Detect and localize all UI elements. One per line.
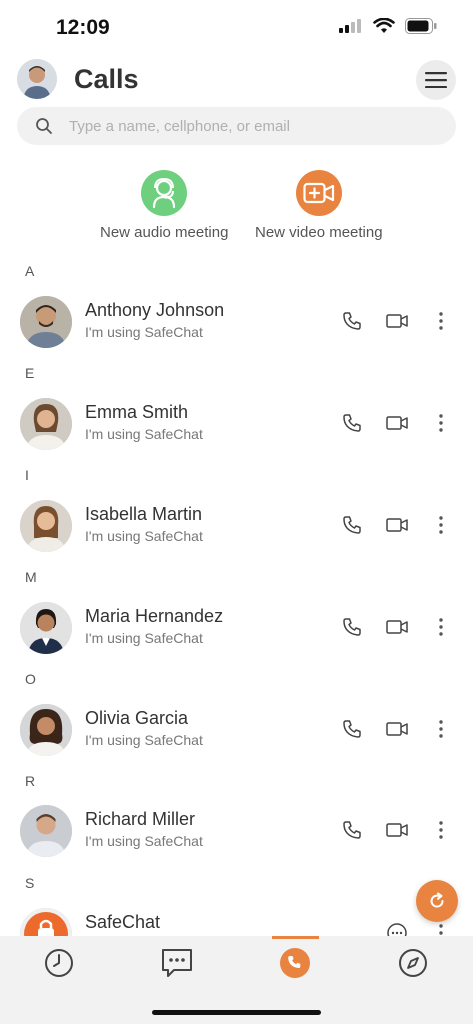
audio-meeting-label: New audio meeting: [100, 224, 229, 241]
audio-meeting-circle: [141, 170, 188, 216]
profile-avatar[interactable]: [17, 59, 57, 99]
phone-icon[interactable]: [342, 413, 362, 433]
bottom-tab-bar: [0, 936, 473, 1024]
wifi-icon: [373, 18, 395, 33]
active-tab-indicator: [272, 936, 319, 939]
video-call-icon[interactable]: [386, 722, 408, 736]
tab-chats[interactable]: [160, 946, 194, 980]
section-letter: R: [25, 773, 36, 789]
refresh-icon: [430, 892, 444, 908]
contact-status: I'm using SafeChat: [85, 833, 203, 849]
contact-status: I'm using SafeChat: [85, 324, 203, 340]
phone-icon[interactable]: [342, 820, 362, 840]
section-letter: M: [25, 569, 37, 585]
contact-status: I'm using SafeChat: [85, 426, 203, 442]
avatar: [20, 805, 72, 857]
contact-name: Emma Smith: [85, 402, 189, 422]
section-letter: A: [25, 263, 35, 279]
contact-name: Olivia Garcia: [85, 708, 189, 728]
contact-name: Richard Miller: [85, 809, 196, 829]
status-bar: 12:09: [0, 0, 473, 56]
more-options-icon[interactable]: [434, 413, 448, 433]
search-icon: [36, 118, 52, 134]
contact-name: SafeChat: [85, 912, 161, 932]
contact-name: Anthony Johnson: [85, 300, 225, 320]
section-letter: I: [25, 467, 29, 483]
status-icons: [339, 18, 437, 34]
contact-row[interactable]: Anthony Johnson I'm using SafeChat: [0, 290, 473, 354]
contact-row[interactable]: Maria Hernandez I'm using SafeChat: [0, 596, 473, 660]
history-icon: [45, 949, 73, 977]
refresh-button[interactable]: [416, 880, 458, 922]
phone-icon[interactable]: [342, 515, 362, 535]
more-options-icon[interactable]: [434, 515, 448, 535]
compass-icon: [399, 949, 427, 977]
chat-icon: [162, 949, 192, 977]
video-call-icon[interactable]: [386, 416, 408, 430]
battery-icon: [405, 18, 437, 34]
page-title: Calls: [74, 64, 139, 94]
avatar: [20, 296, 72, 348]
tab-discover[interactable]: [396, 946, 430, 980]
contact-status: I'm using SafeChat: [85, 528, 203, 544]
new-video-meeting-button[interactable]: New video meeting: [255, 170, 383, 241]
section-letter: S: [25, 875, 35, 891]
video-call-icon[interactable]: [386, 620, 408, 634]
section-letter: E: [25, 365, 35, 381]
video-plus-icon: [303, 182, 334, 204]
contact-status: I'm using SafeChat: [85, 732, 203, 748]
status-time: 12:09: [56, 16, 110, 39]
hamburger-icon: [425, 72, 447, 88]
header: Calls: [0, 58, 473, 102]
contact-row[interactable]: Richard Miller I'm using SafeChat: [0, 799, 473, 863]
video-call-icon[interactable]: [386, 823, 408, 837]
phone-icon: [280, 948, 310, 978]
signal-icon: [339, 19, 361, 33]
contact-name: Maria Hernandez: [85, 606, 224, 626]
more-options-icon[interactable]: [434, 617, 448, 637]
home-indicator: [152, 1010, 321, 1015]
section-letter: O: [25, 671, 36, 687]
more-options-icon[interactable]: [434, 311, 448, 331]
video-call-icon[interactable]: [386, 314, 408, 328]
more-options-icon[interactable]: [434, 719, 448, 739]
menu-button[interactable]: [416, 60, 456, 100]
more-options-icon[interactable]: [434, 820, 448, 840]
search-input[interactable]: [69, 107, 439, 145]
avatar: [20, 398, 72, 450]
contact-name: Isabella Martin: [85, 504, 203, 524]
contact-row[interactable]: Olivia Garcia I'm using SafeChat: [0, 698, 473, 762]
headset-person-icon: [153, 177, 176, 209]
avatar: [20, 602, 72, 654]
search-bar: [17, 107, 456, 145]
tab-history[interactable]: [42, 946, 76, 980]
phone-icon[interactable]: [342, 719, 362, 739]
contact-row[interactable]: Isabella Martin I'm using SafeChat: [0, 494, 473, 558]
video-call-icon[interactable]: [386, 518, 408, 532]
phone-icon[interactable]: [342, 311, 362, 331]
video-meeting-circle: [295, 170, 342, 216]
new-audio-meeting-button[interactable]: New audio meeting: [100, 170, 228, 241]
video-meeting-label: New video meeting: [255, 224, 383, 241]
tab-calls[interactable]: [278, 946, 312, 980]
contact-status: I'm using SafeChat: [85, 630, 203, 646]
avatar: [20, 704, 72, 756]
avatar: [20, 500, 72, 552]
contact-row[interactable]: Emma Smith I'm using SafeChat: [0, 392, 473, 456]
phone-icon[interactable]: [342, 617, 362, 637]
